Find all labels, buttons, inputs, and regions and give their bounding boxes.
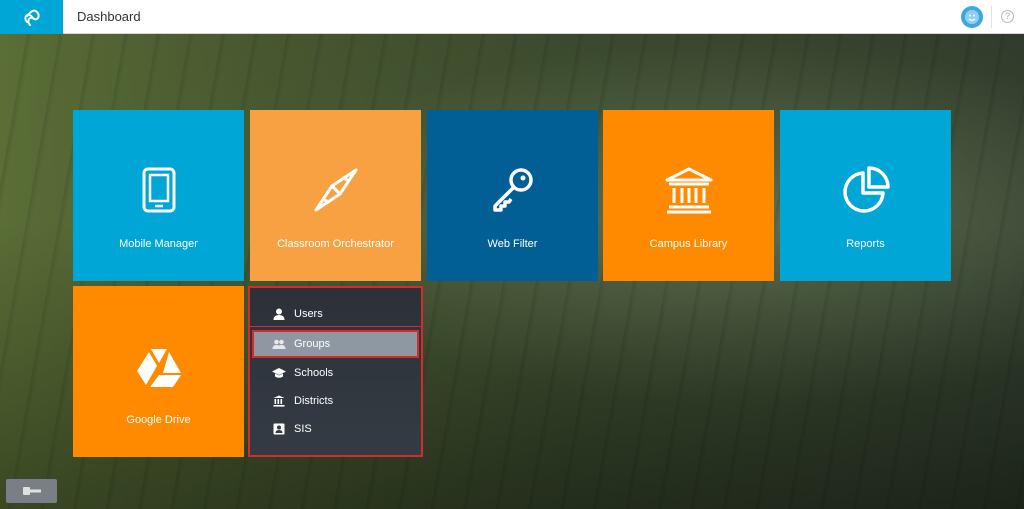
menu-item-label: Groups bbox=[294, 338, 331, 350]
graduation-cap-icon bbox=[272, 366, 286, 380]
menu-item-schools[interactable]: Schools bbox=[254, 360, 417, 386]
building-columns-icon bbox=[272, 394, 286, 408]
help-icon[interactable]: ? bbox=[1001, 10, 1014, 23]
smiley-avatar-icon[interactable] bbox=[961, 6, 983, 28]
menu-item-label: Districts bbox=[294, 395, 334, 407]
key-tab-icon bbox=[22, 487, 41, 495]
top-bar: Dashboard ? bbox=[0, 0, 1024, 34]
menu-item-label: Users bbox=[294, 308, 323, 320]
tablet-icon bbox=[141, 164, 177, 216]
pie-chart-icon bbox=[841, 164, 891, 216]
header-divider bbox=[991, 6, 992, 28]
menu-item-users[interactable]: Users bbox=[254, 301, 417, 327]
tile-google-drive[interactable]: Google Drive bbox=[73, 286, 244, 457]
menu-item-districts[interactable]: Districts bbox=[254, 388, 417, 414]
tile-label: Campus Library bbox=[649, 238, 728, 250]
tile-campus-library[interactable]: Campus Library bbox=[603, 110, 774, 281]
tile-label: Classroom Orchestrator bbox=[277, 238, 394, 250]
app-logo[interactable] bbox=[0, 0, 63, 34]
tile-classroom-orchestrator[interactable]: Classroom Orchestrator bbox=[250, 110, 421, 281]
tile-web-filter[interactable]: Web Filter bbox=[427, 110, 598, 281]
menu-item-sis[interactable]: SIS bbox=[254, 416, 417, 442]
user-icon bbox=[272, 307, 286, 321]
page-title: Dashboard bbox=[77, 9, 141, 24]
library-building-icon bbox=[664, 164, 714, 216]
menu-item-label: SIS bbox=[294, 423, 312, 435]
infinity-logo-icon bbox=[23, 9, 40, 26]
contact-card-icon bbox=[272, 422, 286, 436]
google-drive-icon bbox=[135, 342, 183, 394]
tile-reports[interactable]: Reports bbox=[780, 110, 951, 281]
menu-item-label: Schools bbox=[294, 367, 334, 379]
menu-item-groups[interactable]: Groups bbox=[252, 330, 419, 358]
tile-mobile-manager[interactable]: Mobile Manager bbox=[73, 110, 244, 281]
sidebar-toggle-button[interactable] bbox=[6, 479, 57, 503]
compass-arrows-icon bbox=[312, 164, 360, 216]
tile-label: Google Drive bbox=[126, 414, 191, 426]
tile-label: Web Filter bbox=[487, 238, 538, 250]
key-icon bbox=[489, 164, 537, 216]
group-icon bbox=[272, 337, 286, 351]
tile-label: Reports bbox=[846, 238, 885, 250]
admin-menu: Users Groups Schools Districts SIS bbox=[248, 286, 423, 457]
tile-label: Mobile Manager bbox=[119, 238, 198, 250]
